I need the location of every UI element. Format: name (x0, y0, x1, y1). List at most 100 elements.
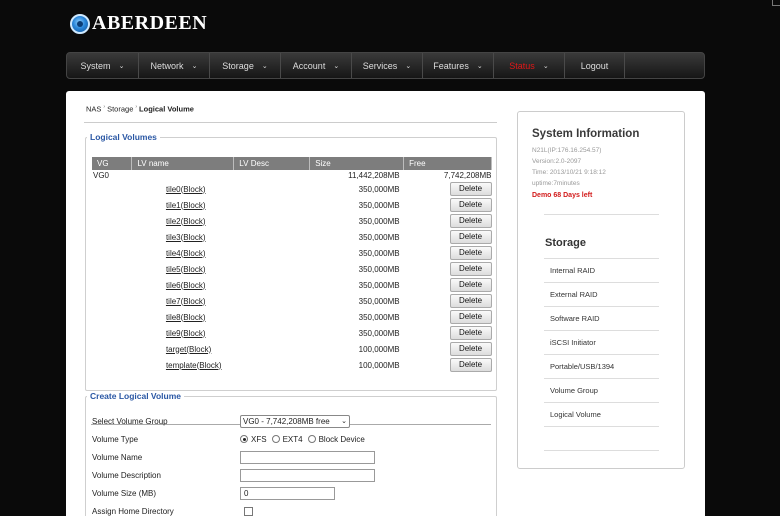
volume-description-row: Volume Description (92, 467, 375, 483)
table-row: target(Block) 100,000MB Delete (92, 341, 492, 357)
delete-button[interactable]: Delete (449, 326, 492, 340)
volume-group-row: VG0 11,442,208MB 7,742,208MB (92, 170, 492, 181)
chevron-down-icon: ⌄ (118, 62, 125, 70)
breadcrumb-nas[interactable]: NAS (86, 105, 101, 114)
lv-size: 350,000MB (358, 248, 400, 258)
chevron-down-icon: ⌄ (261, 62, 268, 70)
nav-services[interactable]: Services ⌄ (352, 53, 423, 78)
volume-description-input[interactable] (240, 468, 375, 482)
nav-logout[interactable]: Logout (565, 53, 625, 78)
breadcrumb-divider (84, 122, 497, 123)
radio-ext4[interactable]: EXT4 (271, 435, 303, 444)
delete-button[interactable]: Delete (449, 246, 492, 260)
system-info-title: System Information (532, 128, 640, 140)
radio-block-device[interactable]: Block Device (307, 435, 365, 444)
breadcrumb-separator: › (135, 104, 138, 110)
system-info-panel: System Information N21L(IP:176.16.254.57… (517, 111, 685, 469)
system-time: Time: 2013/10/21 9:18:12 (532, 169, 606, 176)
storage-link-external-raid[interactable]: External RAID (544, 282, 659, 306)
table-row: tile8(Block) 350,000MB Delete (92, 309, 492, 325)
storage-link-internal-raid[interactable]: Internal RAID (544, 258, 659, 282)
nav-account[interactable]: Account ⌄ (281, 53, 352, 78)
storage-link-iscsi-initiator[interactable]: iSCSI Initiator (544, 330, 659, 354)
lv-name-link[interactable]: tile9(Block) (166, 329, 206, 338)
aberdeen-logo[interactable]: ABERDEEN (70, 12, 207, 35)
volume-type-label: Volume Type (92, 434, 139, 444)
nav-system[interactable]: System ⌄ (67, 53, 139, 78)
storage-link-volume-group[interactable]: Volume Group (544, 378, 659, 402)
lv-name-link[interactable]: target(Block) (166, 345, 211, 354)
nav-storage[interactable]: Storage ⌄ (210, 53, 281, 78)
delete-button[interactable]: Delete (449, 262, 492, 276)
breadcrumb-separator: › (103, 104, 106, 110)
volume-name-label: Volume Name (92, 452, 143, 462)
lv-name-link[interactable]: tile2(Block) (166, 217, 206, 226)
chevron-down-icon: ⌄ (191, 62, 198, 70)
window-corner (772, 0, 780, 6)
delete-button[interactable]: Delete (449, 182, 492, 196)
storage-link-logical-volume[interactable]: Logical Volume (544, 402, 659, 426)
storage-link-software-raid[interactable]: Software RAID (544, 306, 659, 330)
lv-name-link[interactable]: tile3(Block) (166, 233, 206, 242)
lv-size: 100,000MB (358, 344, 400, 354)
col-header-vg: VG (92, 157, 133, 170)
breadcrumb: NAS › Storage › Logical Volume (86, 104, 194, 114)
volume-type-radio-group: XFS EXT4 Block Device (240, 435, 370, 444)
create-logical-volume-section: Create Logical Volume Select Volume Grou… (85, 391, 497, 516)
volume-group-select[interactable]: VG0 - 7,742,208MB free ⌄ (240, 414, 350, 428)
assign-home-label: Assign Home Directory (92, 506, 174, 516)
select-vg-row: Select Volume Group VG0 - 7,742,208MB fr… (92, 413, 350, 429)
vg-size: 11,442,208MB (348, 171, 400, 180)
lv-size: 350,000MB (358, 216, 400, 226)
lv-size: 350,000MB (358, 200, 400, 210)
lv-name-link[interactable]: tile7(Block) (166, 297, 206, 306)
breadcrumb-current: Logical Volume (139, 104, 194, 114)
table-row: tile7(Block) 350,000MB Delete (92, 293, 492, 309)
delete-button[interactable]: Delete (449, 278, 492, 292)
storage-link-spacer (544, 426, 659, 450)
radio-selected-icon (240, 435, 248, 443)
lv-name-link[interactable]: tile6(Block) (166, 281, 206, 290)
table-row: tile9(Block) 350,000MB Delete (92, 325, 492, 341)
delete-button[interactable]: Delete (449, 214, 492, 228)
col-header-free: Free (403, 157, 492, 170)
nav-features[interactable]: Features ⌄ (423, 53, 494, 78)
table-row: tile3(Block) 350,000MB Delete (92, 229, 492, 245)
lv-size: 350,000MB (358, 328, 400, 338)
radio-icon (271, 435, 280, 443)
delete-button[interactable]: Delete (449, 310, 492, 324)
delete-button[interactable]: Delete (449, 342, 492, 356)
lv-name-link[interactable]: tile1(Block) (166, 201, 206, 210)
volume-name-input[interactable] (240, 450, 375, 464)
lv-name-link[interactable]: tile5(Block) (166, 265, 206, 274)
logo-icon (70, 13, 90, 34)
delete-button[interactable]: Delete (449, 230, 492, 244)
chevron-down-icon: ⌄ (341, 418, 347, 425)
logical-volumes-section: Logical Volumes VG LV name LV Desc Size … (85, 132, 497, 425)
nav-network[interactable]: Network ⌄ (139, 53, 210, 78)
col-header-size: Size (309, 157, 405, 170)
divider (544, 450, 659, 451)
assign-home-checkbox[interactable] (244, 506, 253, 516)
table-row: tile1(Block) 350,000MB Delete (92, 197, 492, 213)
volume-size-input[interactable]: 0 (240, 486, 335, 500)
radio-xfs[interactable]: XFS (240, 435, 267, 444)
storage-link-portable-usb[interactable]: Portable/USB/1394 (544, 354, 659, 378)
breadcrumb-storage[interactable]: Storage (107, 105, 133, 114)
volume-description-label: Volume Description (92, 470, 161, 480)
demo-status: Demo 68 Days left (532, 192, 593, 199)
lv-name-link[interactable]: tile4(Block) (166, 249, 206, 258)
system-uptime: uptime:7minutes (532, 180, 580, 187)
delete-button[interactable]: Delete (449, 198, 492, 212)
lv-size: 100,000MB (358, 360, 400, 370)
nav-status[interactable]: Status ⌄ (494, 53, 565, 78)
table-header-row: VG LV name LV Desc Size Free (92, 157, 492, 170)
lv-name-link[interactable]: tile0(Block) (166, 185, 206, 194)
volume-type-row: Volume Type XFS EXT4 Block Device (92, 431, 370, 447)
lv-name-link[interactable]: template(Block) (166, 361, 222, 370)
lv-name-link[interactable]: tile8(Block) (166, 313, 206, 322)
chevron-down-icon: ⌄ (476, 62, 483, 70)
delete-button[interactable]: Delete (449, 294, 492, 308)
delete-button[interactable]: Delete (449, 358, 492, 372)
assign-home-row: Assign Home Directory (92, 503, 253, 516)
